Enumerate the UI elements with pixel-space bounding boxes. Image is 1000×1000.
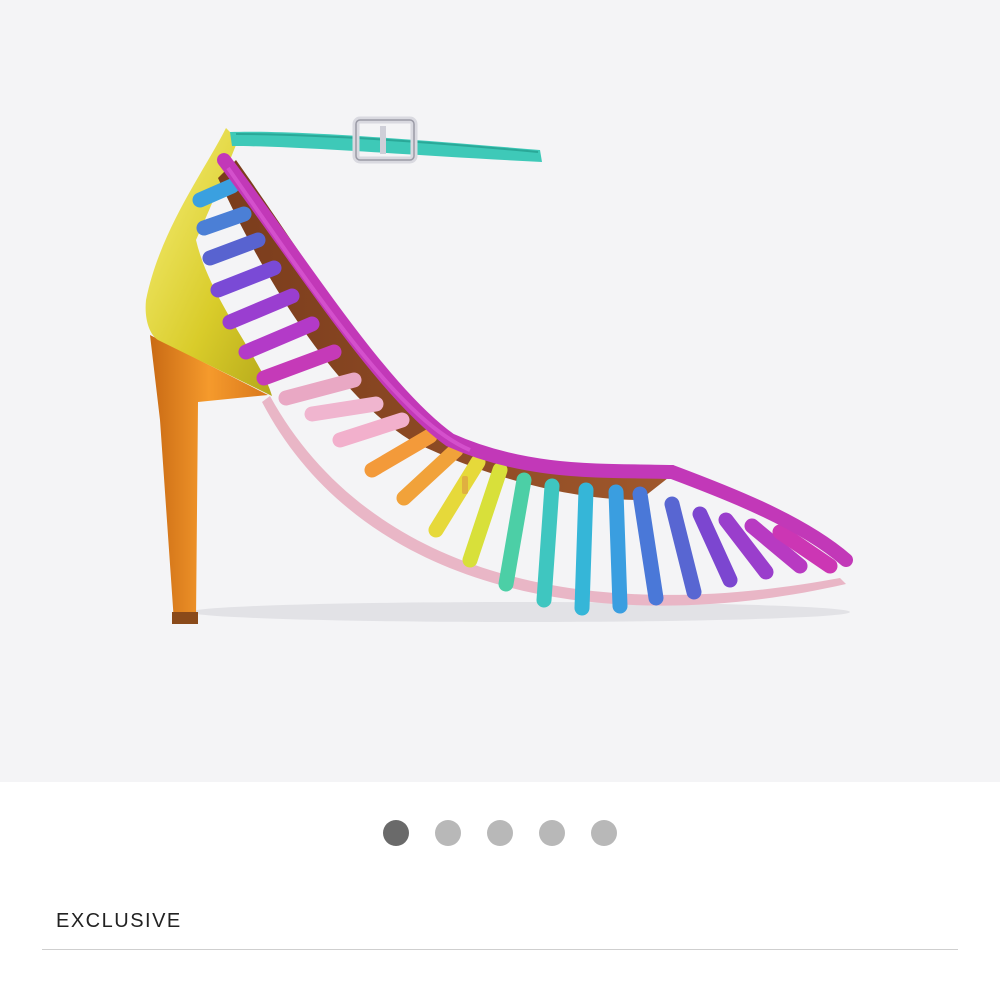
product-image[interactable] (0, 0, 1000, 782)
carousel-dot-4[interactable] (539, 820, 565, 846)
rainbow-heel-shoe-image (145, 116, 853, 624)
carousel-dot-1[interactable] (383, 820, 409, 846)
exclusive-badge: EXCLUSIVE (56, 910, 182, 932)
carousel-dot-2[interactable] (435, 820, 461, 846)
divider (42, 949, 958, 950)
carousel-dot-3[interactable] (487, 820, 513, 846)
carousel-dots (0, 818, 1000, 848)
carousel-dot-5[interactable] (591, 820, 617, 846)
